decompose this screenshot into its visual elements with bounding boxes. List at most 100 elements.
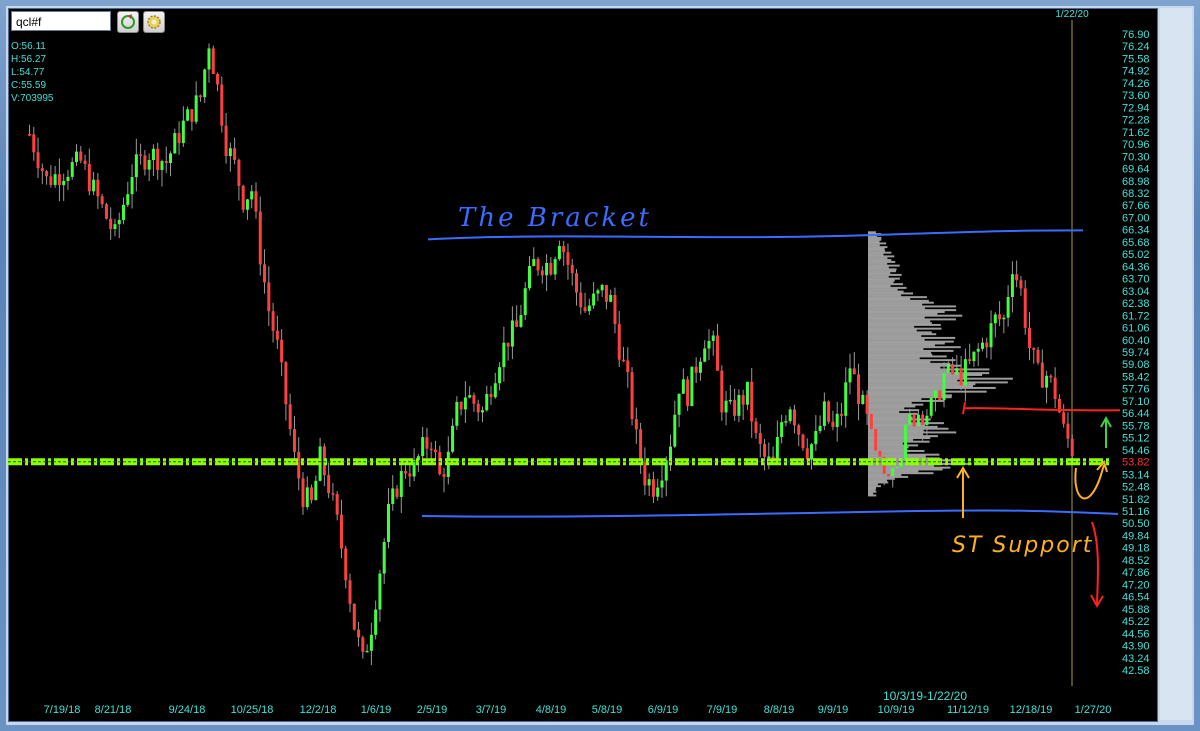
volume-profile-bar — [868, 381, 1008, 384]
candle-body — [408, 473, 412, 477]
candle-body — [263, 264, 267, 283]
volume-profile-bar — [868, 481, 889, 484]
y-tick-label: 43.24 — [1122, 653, 1150, 665]
volume-profile-bar — [868, 262, 888, 265]
candle-body — [515, 320, 519, 327]
candle-body — [750, 381, 754, 422]
date-marker-label: 1/22/20 — [1055, 9, 1089, 20]
candle-body — [733, 399, 737, 416]
candle-body — [75, 151, 79, 163]
candle-body — [916, 414, 920, 427]
volume-profile-bar — [868, 275, 889, 278]
volume-profile-bar — [868, 246, 888, 249]
volume-value: V:703995 — [11, 93, 54, 104]
candle-body — [241, 185, 245, 210]
candle-body — [1002, 317, 1006, 320]
candle-body — [314, 480, 318, 501]
y-tick-label: 50.50 — [1122, 518, 1150, 530]
y-tick-label: 61.06 — [1122, 323, 1150, 335]
volume-profile-bar — [868, 253, 884, 256]
candle-body — [292, 429, 296, 452]
low-value: L:54.77 — [11, 67, 45, 78]
candle-body — [109, 218, 113, 230]
volume-profile-bar — [868, 231, 876, 234]
ohlc-readout: O:56.11 H:56.27 L:54.77 C:55.59 V:703995 — [11, 40, 53, 105]
candle-body — [1006, 296, 1010, 318]
candle-body — [429, 448, 433, 451]
candle-body — [344, 548, 348, 581]
y-tick-label: 57.10 — [1122, 396, 1150, 408]
volume-profile-bar — [868, 392, 945, 395]
volume-profile-bar — [868, 268, 897, 271]
volume-profile-bar — [868, 359, 956, 362]
y-tick-label: 55.12 — [1122, 433, 1150, 445]
volume-profile-bar — [868, 314, 963, 317]
candle-body — [592, 293, 596, 306]
volume-profile-bar — [868, 333, 937, 336]
bracket-label: The Bracket — [458, 203, 652, 233]
candle-body — [694, 366, 698, 373]
volume-profile-bar — [868, 285, 891, 288]
y-tick-label: 65.68 — [1122, 237, 1150, 249]
candle-body — [489, 393, 493, 398]
candle-body — [267, 282, 271, 312]
candle-body — [92, 179, 96, 192]
volume-profile-bar — [868, 403, 924, 406]
candle-body — [895, 466, 899, 469]
y-tick-label: 74.92 — [1122, 66, 1150, 78]
candle-body — [40, 168, 44, 172]
candle-body — [49, 176, 53, 185]
candle-body — [814, 431, 818, 445]
candle-body — [361, 637, 365, 652]
support-label: ST Support — [952, 533, 1093, 558]
candle-body — [946, 364, 950, 373]
candle-body — [485, 393, 489, 411]
volume-profile-bar — [868, 427, 949, 430]
candle-body — [587, 305, 591, 312]
candle-body — [728, 399, 732, 402]
volume-profile-bar — [868, 247, 885, 250]
candle-body — [656, 487, 660, 497]
candle-body — [288, 404, 292, 430]
symbol-input[interactable]: qcl#f — [11, 11, 111, 31]
volume-profile-bar — [868, 420, 912, 423]
candle-body — [382, 541, 386, 574]
candle-body — [929, 397, 933, 416]
y-tick-label: 76.24 — [1122, 41, 1150, 53]
volume-profile-bar — [868, 346, 961, 349]
gear-icon[interactable] — [143, 11, 165, 33]
refresh-icon[interactable] — [117, 11, 139, 33]
volume-profile-bar — [868, 348, 924, 351]
candle-body — [181, 120, 185, 144]
candle-body — [147, 159, 151, 170]
candle-body — [57, 174, 61, 186]
candle-body — [660, 480, 664, 488]
candle-body — [79, 151, 83, 161]
volume-profile-bar — [868, 388, 946, 391]
candle-body — [604, 284, 608, 302]
volume-profile-bar — [868, 492, 874, 495]
volume-profile-bar — [868, 485, 881, 488]
candle-body — [203, 69, 207, 98]
y-tick-label: 71.62 — [1122, 127, 1150, 139]
volume-profile-bar — [868, 294, 902, 297]
candle-body — [357, 629, 361, 638]
gear-icon-graphic — [147, 15, 161, 29]
candle-body — [985, 342, 989, 348]
candle-body — [476, 403, 480, 413]
candle-body — [677, 393, 681, 415]
y-tick-label: 45.22 — [1122, 616, 1150, 628]
volume-profile-bar — [868, 266, 889, 269]
y-tick-label: 74.26 — [1122, 78, 1150, 90]
candle-body — [707, 340, 711, 349]
volume-profile-bar — [868, 488, 876, 491]
candle-body — [87, 164, 91, 192]
price-chart[interactable]: 76.9076.2475.5874.9274.2673.6072.9472.28… — [0, 0, 1200, 731]
volume-profile-bar — [868, 349, 954, 352]
candle-body — [412, 460, 416, 477]
candle-body — [869, 413, 873, 429]
volume-profile-bar — [868, 273, 902, 276]
x-tick-label: 10/25/18 — [231, 704, 274, 716]
candle-body — [536, 259, 540, 271]
volume-profile-bar — [868, 310, 945, 313]
